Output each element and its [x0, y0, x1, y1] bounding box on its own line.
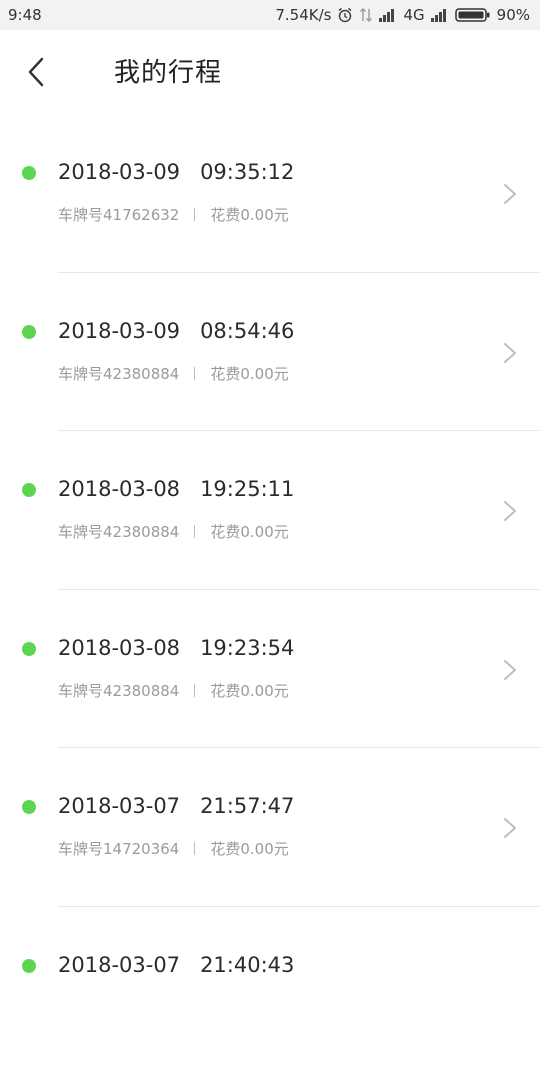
page-title: 我的行程: [114, 52, 222, 89]
trip-plate: 车牌号42380884: [58, 363, 179, 384]
status-dot: [22, 166, 36, 180]
trip-plate: 车牌号42380884: [58, 521, 179, 542]
battery-icon: [455, 7, 491, 23]
trip-details: 车牌号41762632 花费0.00元: [58, 204, 289, 225]
alarm-icon: [337, 7, 353, 23]
trip-item[interactable]: 2018-03-09 09:35:12 车牌号41762632 花费0.00元: [0, 114, 540, 273]
app-header: 我的行程: [0, 30, 540, 114]
data-arrows-icon: [359, 7, 373, 23]
status-dot: [22, 483, 36, 497]
chevron-left-icon: [27, 57, 45, 87]
battery-level: 90%: [497, 6, 530, 24]
trip-cost: 花费0.00元: [210, 363, 288, 384]
separator: [194, 842, 195, 855]
trip-plate: 车牌号42380884: [58, 680, 179, 701]
status-dot: [22, 325, 36, 339]
chevron-right-icon: [502, 816, 518, 840]
trip-details: 车牌号42380884 花费0.00元: [58, 521, 289, 542]
trip-list: 2018-03-09 09:35:12 车牌号41762632 花费0.00元 2…: [0, 114, 540, 1065]
network-type: 4G: [403, 6, 424, 24]
trip-item[interactable]: 2018-03-08 19:23:54 车牌号42380884 花费0.00元: [0, 590, 540, 749]
trip-cost: 花费0.00元: [210, 838, 288, 859]
signal-icon: [379, 8, 397, 22]
trip-datetime: 2018-03-08 19:25:11: [58, 477, 294, 501]
separator: [194, 684, 195, 697]
trip-datetime: 2018-03-09 09:35:12: [58, 160, 294, 184]
trip-datetime: 2018-03-07 21:40:43: [58, 953, 294, 977]
status-bar: 9:48 7.54K/s 4G 90%: [0, 0, 540, 30]
separator: [194, 525, 195, 538]
chevron-right-icon: [502, 341, 518, 365]
trip-cost: 花费0.00元: [210, 204, 288, 225]
net-speed: 7.54K/s: [275, 6, 331, 24]
trip-datetime: 2018-03-08 19:23:54: [58, 636, 294, 660]
trip-details: 车牌号42380884 花费0.00元: [58, 680, 289, 701]
trip-cost: 花费0.00元: [210, 680, 288, 701]
separator: [194, 208, 195, 221]
chevron-right-icon: [502, 499, 518, 523]
trip-details: 车牌号14720364 花费0.00元: [58, 838, 289, 859]
status-time: 9:48: [8, 6, 42, 24]
trip-item[interactable]: 2018-03-07 21:40:43: [0, 907, 540, 1065]
trip-plate: 车牌号14720364: [58, 838, 179, 859]
trip-item[interactable]: 2018-03-07 21:57:47 车牌号14720364 花费0.00元: [0, 748, 540, 907]
separator: [194, 367, 195, 380]
trip-plate: 车牌号41762632: [58, 204, 179, 225]
trip-item[interactable]: 2018-03-08 19:25:11 车牌号42380884 花费0.00元: [0, 431, 540, 590]
trip-datetime: 2018-03-09 08:54:46: [58, 319, 294, 343]
status-indicators: 7.54K/s 4G 90%: [275, 6, 530, 24]
status-dot: [22, 959, 36, 973]
trip-details: 车牌号42380884 花费0.00元: [58, 363, 289, 384]
back-button[interactable]: [20, 54, 52, 90]
signal-icon: [431, 8, 449, 22]
trip-cost: 花费0.00元: [210, 521, 288, 542]
status-dot: [22, 800, 36, 814]
trip-datetime: 2018-03-07 21:57:47: [58, 794, 294, 818]
chevron-right-icon: [502, 182, 518, 206]
chevron-right-icon: [502, 658, 518, 682]
status-dot: [22, 642, 36, 656]
trip-item[interactable]: 2018-03-09 08:54:46 车牌号42380884 花费0.00元: [0, 273, 540, 432]
